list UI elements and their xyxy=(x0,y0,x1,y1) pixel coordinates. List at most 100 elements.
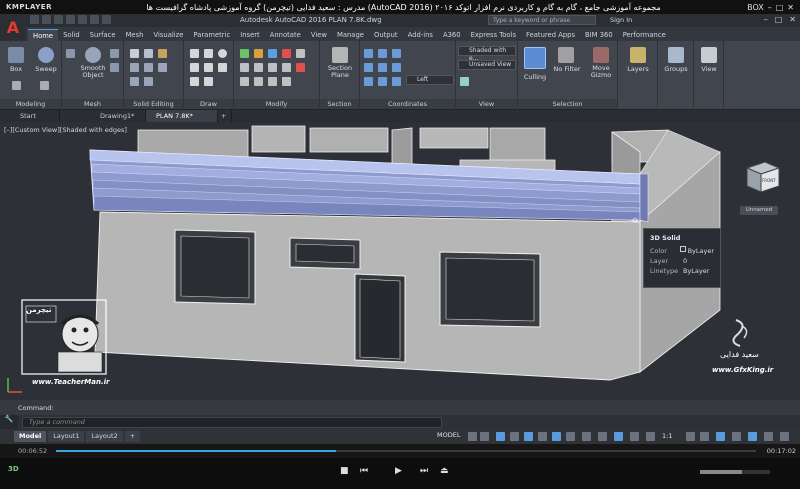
new-icon[interactable] xyxy=(30,15,39,24)
thicken-icon[interactable] xyxy=(144,77,153,86)
circle-icon[interactable] xyxy=(218,49,227,58)
view-icon[interactable] xyxy=(701,47,717,63)
tab-annotate[interactable]: Annotate xyxy=(265,29,306,41)
minimize-button[interactable]: – xyxy=(764,15,768,24)
save-icon[interactable] xyxy=(54,15,63,24)
stop-icon[interactable]: ■ xyxy=(340,466,349,476)
array-icon[interactable] xyxy=(268,63,277,72)
sign-in-link[interactable]: Sign In xyxy=(610,16,632,24)
eject-icon[interactable]: ⏏ xyxy=(440,466,449,476)
snap-icon[interactable] xyxy=(480,432,489,441)
ucs-name-dropdown[interactable]: Unnamed xyxy=(740,206,778,215)
tab-output[interactable]: Output xyxy=(369,29,403,41)
customization-icon[interactable] xyxy=(780,432,789,441)
erase-icon[interactable] xyxy=(296,63,305,72)
tab-a360[interactable]: A360 xyxy=(438,29,466,41)
close-button[interactable]: ✕ xyxy=(789,15,796,24)
explode-icon[interactable] xyxy=(282,77,291,86)
visual-style-dropdown[interactable]: Shaded with e... xyxy=(458,46,516,62)
tab-express-tools[interactable]: Express Tools xyxy=(466,29,521,41)
gear-icon[interactable] xyxy=(686,432,695,441)
culling-icon[interactable] xyxy=(524,47,546,69)
ucs-z-icon[interactable] xyxy=(392,77,401,86)
tab-solid[interactable]: Solid xyxy=(58,29,85,41)
ucs-y-icon[interactable] xyxy=(378,77,387,86)
tab-mesh[interactable]: Mesh xyxy=(121,29,149,41)
plus-icon[interactable] xyxy=(700,432,709,441)
3d-move-icon[interactable] xyxy=(268,49,277,58)
model-space-toggle[interactable]: MODEL xyxy=(437,431,460,439)
move-gizmo-icon[interactable] xyxy=(593,47,609,63)
tab-bim360[interactable]: BIM 360 xyxy=(580,29,618,41)
dynamic-ucs-icon[interactable] xyxy=(630,432,639,441)
isodraft-icon[interactable] xyxy=(524,432,533,441)
lineweight-icon[interactable] xyxy=(566,432,575,441)
command-input[interactable]: Type a command xyxy=(22,416,442,428)
shell-icon[interactable] xyxy=(158,63,167,72)
tab-performance[interactable]: Performance xyxy=(618,29,671,41)
previous-icon[interactable]: ⏮ xyxy=(360,466,368,476)
offset-icon[interactable] xyxy=(254,77,263,86)
layout-tab-model[interactable]: Model xyxy=(14,431,47,442)
stretch-icon[interactable] xyxy=(240,77,249,86)
rotate-icon[interactable] xyxy=(254,49,263,58)
polar-icon[interactable] xyxy=(510,432,519,441)
command-customize-icon[interactable]: 🔧 xyxy=(0,415,18,429)
grid-icon[interactable] xyxy=(468,432,477,441)
file-tab-start[interactable]: Start xyxy=(0,110,60,122)
seek-track[interactable] xyxy=(56,450,756,452)
kmp-minimize-button[interactable]: – xyxy=(768,3,772,12)
align-icon[interactable] xyxy=(282,63,291,72)
tab-add-ins[interactable]: Add-ins xyxy=(403,29,438,41)
ucs-face-icon[interactable] xyxy=(364,63,373,72)
3d-rotate-icon[interactable] xyxy=(282,49,291,58)
tab-view[interactable]: View xyxy=(306,29,332,41)
tab-insert[interactable]: Insert xyxy=(235,29,265,41)
transparency-icon[interactable] xyxy=(582,432,591,441)
annotation-visibility-icon[interactable] xyxy=(646,432,655,441)
saveas-icon[interactable] xyxy=(66,15,75,24)
tab-manage[interactable]: Manage xyxy=(332,29,369,41)
union-icon[interactable] xyxy=(130,49,139,58)
workspace-icon[interactable] xyxy=(716,432,725,441)
autocad-app-button[interactable]: A xyxy=(0,14,26,41)
tab-visualize[interactable]: Visualize xyxy=(148,29,188,41)
file-tab-drawing1[interactable]: Drawing1* xyxy=(60,110,146,122)
intersect-icon[interactable] xyxy=(158,49,167,58)
isolate-icon[interactable] xyxy=(732,432,741,441)
cylinder-icon[interactable] xyxy=(12,81,21,90)
ucs-view-icon[interactable] xyxy=(392,63,401,72)
object-snap-icon[interactable] xyxy=(552,432,561,441)
mesh-tool-icon[interactable] xyxy=(66,49,75,58)
3d-osnap-icon[interactable] xyxy=(614,432,623,441)
mirror-icon[interactable] xyxy=(254,63,263,72)
drawing-viewport[interactable]: [–][Custom View][Shaded with edges] تیچر… xyxy=(0,122,800,400)
named-view-dropdown[interactable]: Unsaved View xyxy=(458,60,516,70)
seek-bar[interactable]: 00:06:52 00:17:02 xyxy=(0,444,800,458)
polyline-icon[interactable] xyxy=(204,49,213,58)
new-file-tab-button[interactable]: + xyxy=(218,110,232,122)
layout-tab-layout2[interactable]: Layout2 xyxy=(86,431,123,442)
view-tool-icon[interactable] xyxy=(460,77,469,86)
hatch-icon[interactable] xyxy=(218,63,227,72)
trim-icon[interactable] xyxy=(268,77,277,86)
view-direction-dropdown[interactable]: Left xyxy=(406,75,454,85)
plot-icon[interactable] xyxy=(78,15,87,24)
tab-parametric[interactable]: Parametric xyxy=(188,29,235,41)
ortho-icon[interactable] xyxy=(496,432,505,441)
annotation-scale[interactable]: 1:1 xyxy=(662,432,672,440)
mesh-tool-3-icon[interactable] xyxy=(110,63,119,72)
tab-home[interactable]: Home xyxy=(28,29,59,41)
extract-edges-icon[interactable] xyxy=(130,63,139,72)
kmp-maximize-button[interactable]: □ xyxy=(776,3,784,12)
arc-icon[interactable] xyxy=(204,63,213,72)
file-tab-plan[interactable]: PLAN 7.8K* xyxy=(146,110,218,122)
spline-icon[interactable] xyxy=(204,77,213,86)
tab-featured-apps[interactable]: Featured Apps xyxy=(521,29,580,41)
object-snap-tracking-icon[interactable] xyxy=(538,432,547,441)
undo-icon[interactable] xyxy=(90,15,99,24)
copy-icon[interactable] xyxy=(240,63,249,72)
ucs-object-icon[interactable] xyxy=(378,63,387,72)
hardware-acceleration-icon[interactable] xyxy=(748,432,757,441)
ucs-x-icon[interactable] xyxy=(364,77,373,86)
